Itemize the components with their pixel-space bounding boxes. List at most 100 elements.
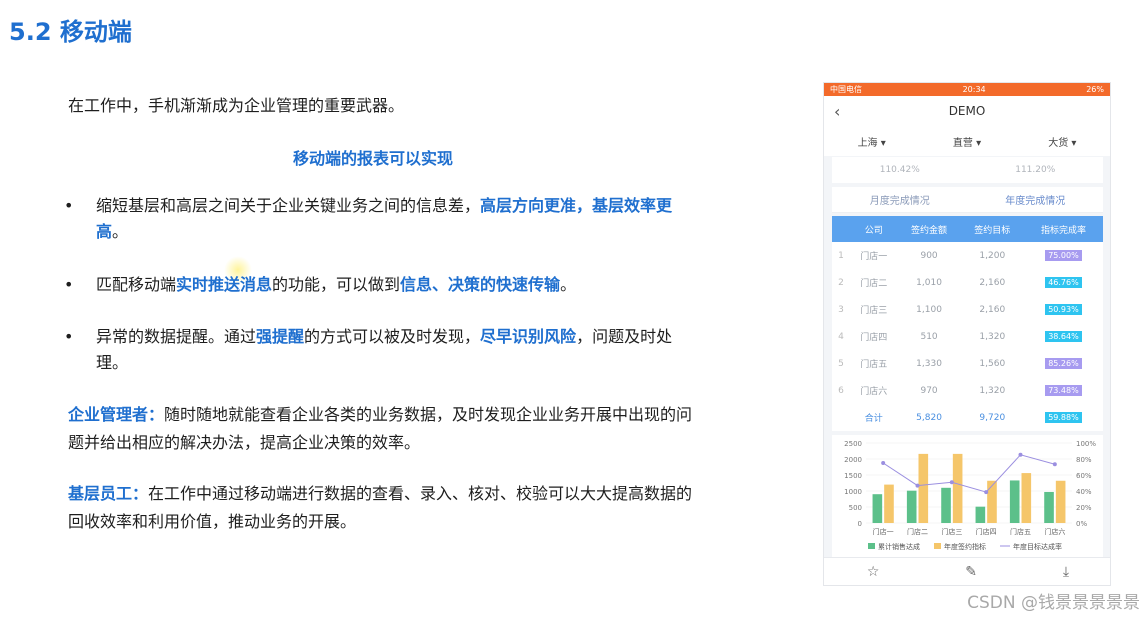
chart-svg: 2500 2000 1500 1000 500 0 100% 80% 60% 40% 20% 0% 门店… — [844, 440, 1096, 551]
status-bar: 中国电信 20:34 26% — [824, 83, 1110, 96]
table-row[interactable]: 4 门店四 510 1,320 38.64% — [832, 323, 1103, 350]
table-row[interactable]: 6 门店六 970 1,320 73.48% — [832, 377, 1103, 404]
table-row[interactable]: 3 门店三 1,100 2,160 50.93% — [832, 296, 1103, 323]
bullet-text: 缩短基层和高层之间关于企业关键业务之间的信息差， — [96, 196, 481, 215]
staff-text: 在工作中通过移动端进行数据的查看、录入、核对、校验可以大大提高数据的回收效率和利… — [68, 484, 693, 531]
download-icon[interactable]: ⤓ — [1063, 564, 1069, 580]
legend-swatch-target — [934, 543, 941, 549]
watermark: CSDN @钱景景景景景 — [967, 593, 1140, 613]
x-tick-label: 门店四 — [976, 527, 997, 536]
rate-badge: 85.26% — [1045, 358, 1082, 369]
phone-screenshot: 中国电信 20:34 26% ‹ DEMO 上海 ▾ 直营 ▾ 大货 ▾ 110… — [823, 82, 1111, 586]
rate-point — [881, 461, 886, 465]
legend-label-target: 年度签约指标 — [944, 542, 986, 551]
cell-rate: 38.64% — [1024, 323, 1103, 350]
bullet-item: • 匹配移动端实时推送消息的功能，可以做到信息、决策的快速传输。 — [64, 272, 704, 298]
cell-amount: 1,010 — [916, 277, 942, 288]
bullet-item: • 缩短基层和高层之间关于企业关键业务之间的信息差，高层方向更准，基层效率更高。 — [64, 193, 704, 245]
bar-sales — [941, 487, 951, 523]
x-tick-label: 门店六 — [1044, 527, 1065, 536]
y-tick-label: 2500 — [844, 440, 862, 448]
table-row[interactable]: 5 门店五 1,330 1,560 85.26% — [832, 350, 1103, 377]
rate-badge: 50.93% — [1045, 304, 1082, 315]
cell-amount: 510 — [920, 331, 938, 342]
rate-badge: 75.00% — [1045, 250, 1082, 261]
legend-label-sales: 累计销售达成 — [878, 542, 920, 551]
cell-rate: 73.48% — [1024, 377, 1103, 404]
rate-point — [984, 490, 989, 495]
table-row[interactable]: 2 门店二 1,010 2,160 46.76% — [832, 269, 1103, 296]
total-target: 9,720 — [979, 412, 1006, 423]
y2-tick-label: 60% — [1076, 472, 1092, 480]
cell-amount: 970 — [920, 385, 938, 396]
bullet-text: 匹配移动端 — [96, 275, 177, 294]
bar-sales — [906, 490, 917, 523]
cell-target: 1,560 — [979, 358, 1006, 369]
cell-target: 1,200 — [979, 250, 1006, 261]
bullet-highlight: 实时推送消息 — [176, 275, 273, 294]
tab-monthly[interactable]: 月度完成情况 — [870, 192, 930, 207]
status-time: 20:34 — [962, 85, 986, 94]
bar-target — [952, 453, 963, 523]
bullet-dot: • — [64, 327, 74, 346]
bullet-text: 的功能，可以做到 — [272, 275, 401, 294]
cell-rate: 75.00% — [1024, 242, 1103, 269]
bullet-highlight: 信息、决策的快速传输 — [400, 275, 561, 294]
x-tick-label: 门店二 — [907, 527, 928, 536]
cell-target: 2,160 — [979, 304, 1006, 315]
pencil-icon[interactable]: ✎ — [965, 564, 977, 580]
staff-paragraph: 基层员工：在工作中通过移动端进行数据的查看、录入、核对、校验可以大大提高数据的回… — [68, 480, 708, 536]
header-amount[interactable]: 签约金额 — [897, 216, 961, 242]
filter-bar: 上海 ▾ 直营 ▾ 大货 ▾ — [824, 126, 1110, 156]
table-row[interactable]: 1 门店一 900 1,200 75.00% — [832, 242, 1103, 269]
bullet-text: 。 — [560, 275, 577, 294]
nav-title: DEMO — [948, 104, 986, 118]
nav-bar: ‹ DEMO — [824, 96, 1110, 126]
header-target[interactable]: 签约目标 — [960, 216, 1024, 242]
filter-channel[interactable]: 直营 ▾ — [953, 134, 981, 149]
row-index: 2 — [838, 277, 844, 288]
intro-text: 在工作中，手机渐渐成为企业管理的重要武器。 — [68, 96, 405, 115]
bar-target — [987, 480, 997, 523]
bar-target — [918, 453, 929, 523]
filter-category[interactable]: 大货 ▾ — [1048, 134, 1076, 149]
cell-rate: 50.93% — [1024, 296, 1103, 323]
row-index: 5 — [838, 358, 844, 369]
bar-target — [1021, 473, 1032, 523]
rate-point — [949, 480, 954, 485]
staff-label: 基层员工： — [68, 484, 149, 503]
back-icon[interactable]: ‹ — [834, 102, 840, 121]
row-index: 1 — [838, 250, 844, 261]
bar-target — [884, 484, 894, 523]
period-tabs: 月度完成情况 年度完成情况 — [832, 187, 1103, 213]
total-rate: 59.88% — [1024, 404, 1103, 431]
row-index — [832, 404, 850, 431]
filter-region[interactable]: 上海 ▾ — [858, 134, 886, 149]
cell-store: 门店一 — [860, 252, 888, 262]
cell-amount: 900 — [920, 250, 938, 261]
cell-amount: 1,100 — [916, 304, 942, 315]
bottom-toolbar: ☆ ✎ ⤓ — [824, 557, 1110, 585]
x-tick-label: 门店五 — [1010, 527, 1031, 536]
y-tick-label: 1000 — [844, 488, 862, 496]
total-label: 合计 — [864, 414, 883, 424]
bullet-text: 。 — [112, 222, 129, 241]
bullet-highlight: 强提醒 — [256, 327, 305, 346]
rate-point — [915, 483, 920, 488]
y-tick-label: 0 — [858, 520, 862, 528]
tab-yearly[interactable]: 年度完成情况 — [1005, 192, 1065, 207]
y2-tick-label: 20% — [1076, 504, 1092, 512]
rate-badge: 46.76% — [1045, 277, 1082, 288]
cell-rate: 46.76% — [1024, 269, 1103, 296]
y2-tick-label: 40% — [1076, 488, 1092, 496]
y-tick-label: 500 — [849, 504, 862, 512]
y2-tick-label: 80% — [1076, 456, 1092, 464]
header-company[interactable]: 公司 — [850, 216, 898, 242]
bullet-dot: • — [64, 196, 74, 215]
table-total-row: 合计 5,820 9,720 59.88% — [832, 404, 1103, 431]
header-rate[interactable]: 指标完成率 — [1023, 216, 1103, 242]
slide-title: 5.2 移动端 — [9, 18, 132, 46]
rate-point — [1018, 452, 1023, 457]
pct-left: 110.42% — [879, 165, 920, 175]
star-icon[interactable]: ☆ — [867, 564, 880, 580]
